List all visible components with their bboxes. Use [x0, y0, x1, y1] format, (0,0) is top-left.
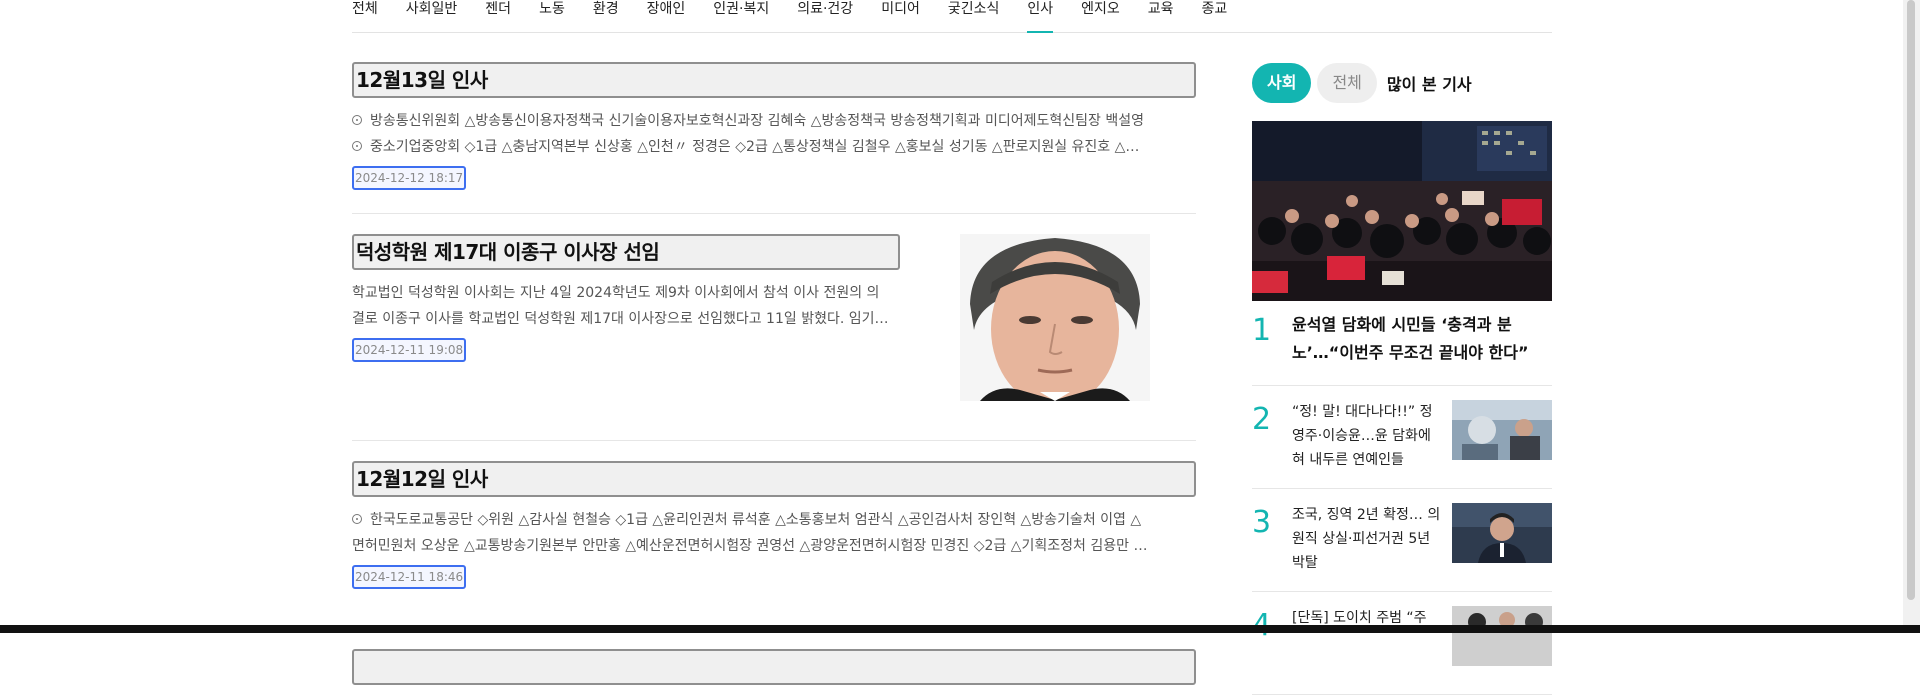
rank-thumbnail[interactable]: [1452, 503, 1552, 563]
nav-item-media[interactable]: 미디어: [867, 0, 934, 32]
bottom-edge-bar: [0, 625, 1920, 633]
article-date: 2024-12-12 18:17: [352, 166, 467, 190]
tab-society[interactable]: 사회: [1252, 63, 1312, 103]
summary-line: 한국도로교통공단 ◇위원 △감사실 현철승 ◇1급 △윤리인권처 류석훈 △소통…: [370, 512, 1142, 528]
article-item-partial: [352, 649, 1196, 685]
nav-item-gender[interactable]: 젠더: [471, 0, 525, 32]
rank-title[interactable]: [단독] 도이치 주범 “주: [1292, 606, 1442, 682]
nav-item-all[interactable]: 전체: [352, 0, 392, 32]
vertical-scrollbar[interactable]: [1903, 0, 1920, 633]
popular-item-4[interactable]: 4 [단독] 도이치 주범 “주: [1252, 592, 1552, 695]
rank-thumbnail[interactable]: [1452, 400, 1552, 460]
rank-thumbnail[interactable]: [1452, 606, 1552, 666]
article-item: 덕성학원 제17대 이종구 이사장 선임 학교법인 덕성학원 이사회는 지난 4…: [352, 234, 1196, 441]
popular-sidebar: 사회 전체 많이 본 기사 1 윤석열 담화에 시민들 ‘충격과 분노’…“이번…: [1252, 62, 1552, 695]
article-title-link[interactable]: 12월13일 인사: [352, 62, 1196, 98]
article-date: 2024-12-11 19:08: [352, 338, 467, 362]
article-summary[interactable]: 한국도로교통공단 ◇위원 △감사실 현철승 ◇1급 △윤리인권처 류석훈 △소통…: [352, 507, 1196, 559]
nav-item-environment[interactable]: 환경: [579, 0, 633, 32]
article-title-link[interactable]: 덕성학원 제17대 이종구 이사장 선임: [352, 234, 900, 270]
article-thumbnail-portrait[interactable]: [960, 234, 1150, 401]
summary-line: 중소기업중앙회 ◇1급 △충남지역본부 신상홍 △인천〃 정경은 ◇2급 △통상…: [370, 139, 1140, 155]
summary-line: 면허민원처 오상운 △교통방송기원본부 안만홍 △예산운전면허시험장 권영선 △…: [352, 538, 1148, 554]
nav-item-obituary[interactable]: 궂긴소식: [934, 0, 1014, 32]
nav-item-disability[interactable]: 장애인: [633, 0, 700, 32]
rank-number: 1: [1252, 313, 1272, 348]
popular-item-1[interactable]: 1 윤석열 담화에 시민들 ‘충격과 분노’…“이번주 무조건 끝내야 한다”: [1252, 311, 1552, 386]
nav-item-health[interactable]: 의료·건강: [783, 0, 867, 32]
article-list: 12월13일 인사 방송통신위원회 △방송통신이용자정책국 신기술이용자보호혁신…: [352, 62, 1196, 685]
nav-item-human-rights[interactable]: 인권·복지: [699, 0, 783, 32]
nav-item-personnel[interactable]: 인사: [1013, 0, 1067, 33]
top-article-photo[interactable]: [1252, 121, 1552, 301]
article-summary[interactable]: 방송통신위원회 △방송통신이용자정책국 신기술이용자보호혁신과장 김혜숙 △방송…: [352, 108, 1196, 160]
bullet-icon: [352, 514, 362, 524]
rank-number: 2: [1252, 402, 1272, 437]
rank-title[interactable]: “정! 말! 대다나다!!” 정영주·이승윤…윤 담화에 혀 내두른 연예인들: [1292, 400, 1442, 476]
sidebar-title: 많이 본 기사: [1386, 75, 1472, 94]
rank-title[interactable]: 조국, 징역 2년 확정… 의원직 상실·피선거권 5년 박탈: [1292, 503, 1442, 579]
rank-title[interactable]: 윤석열 담화에 시민들 ‘충격과 분노’…“이번주 무조건 끝내야 한다”: [1292, 311, 1552, 367]
sidebar-tabs: 사회 전체 많이 본 기사: [1252, 62, 1552, 104]
summary-line: 방송통신위원회 △방송통신이용자정책국 신기술이용자보호혁신과장 김혜숙 △방송…: [370, 113, 1144, 129]
nav-item-society-general[interactable]: 사회일반: [392, 0, 472, 32]
tab-all[interactable]: 전체: [1317, 63, 1377, 103]
article-title-link[interactable]: [352, 649, 1196, 685]
summary-line: 학교법인 덕성학원 이사회는 지난 4일 2024학년도 제9차 이사회에서 참…: [352, 285, 880, 301]
nav-item-religion[interactable]: 종교: [1188, 0, 1242, 32]
bullet-icon: [352, 141, 362, 151]
rank-number: 3: [1252, 505, 1272, 540]
article-item: 12월12일 인사 한국도로교통공단 ◇위원 △감사실 현철승 ◇1급 △윤리인…: [352, 461, 1196, 629]
popular-item-2[interactable]: 2 “정! 말! 대다나다!!” 정영주·이승윤…윤 담화에 혀 내두른 연예인…: [1252, 386, 1552, 489]
article-date: 2024-12-11 18:46: [352, 565, 467, 589]
popular-item-3[interactable]: 3 조국, 징역 2년 확정… 의원직 상실·피선거권 5년 박탈: [1252, 489, 1552, 592]
bullet-icon: [352, 115, 362, 125]
rank-number: 4: [1252, 606, 1292, 682]
category-nav: 전체 사회일반 젠더 노동 환경 장애인 인권·복지 의료·건강 미디어 궂긴소…: [352, 0, 1552, 33]
nav-item-labor[interactable]: 노동: [525, 0, 579, 32]
article-item: 12월13일 인사 방송통신위원회 △방송통신이용자정책국 신기술이용자보호혁신…: [352, 62, 1196, 214]
nav-item-education[interactable]: 교육: [1134, 0, 1188, 32]
summary-line: 결로 이종구 이사를 학교법인 덕성학원 제17대 이사장으로 선임했다고 11…: [352, 311, 889, 327]
page-content: 전체 사회일반 젠더 노동 환경 장애인 인권·복지 의료·건강 미디어 궂긴소…: [352, 0, 1552, 695]
scrollbar-thumb[interactable]: [1907, 0, 1915, 600]
article-title-link[interactable]: 12월12일 인사: [352, 461, 1196, 497]
nav-item-ngo[interactable]: 엔지오: [1067, 0, 1134, 32]
